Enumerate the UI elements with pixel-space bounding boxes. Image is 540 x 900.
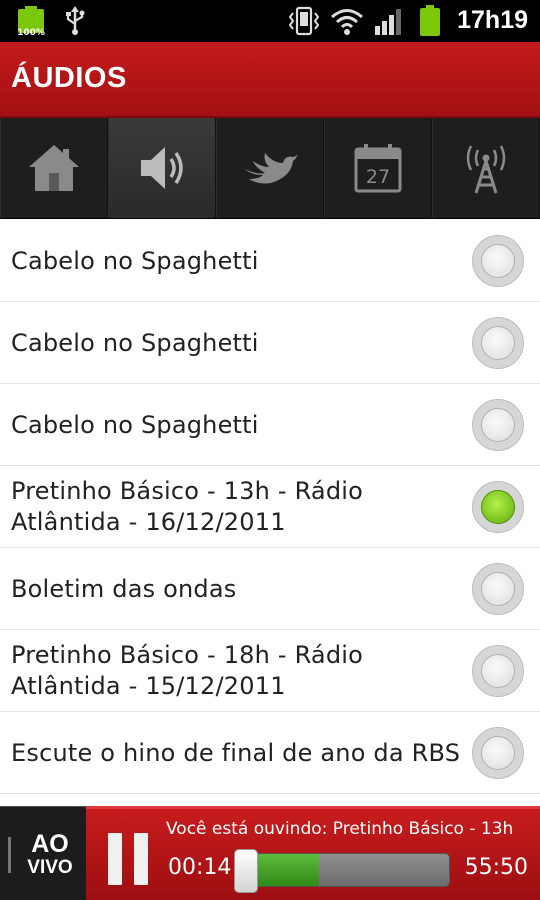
bird-icon [245,153,298,184]
battery-icon: 100% [14,6,48,38]
page-title: ÁUDIOS [11,62,127,94]
list-item[interactable]: Pretinho Básico - 13h - Rádio Atlântida … [0,466,540,548]
tab-bar: 27 [0,118,540,219]
battery-icon [418,5,442,37]
signal-icon [374,8,404,36]
live-divider [8,837,11,873]
pause-icon [134,833,148,885]
usb-icon [64,6,86,36]
progress-track[interactable] [238,853,450,887]
wifi-icon [330,6,364,36]
radio-button[interactable] [472,399,524,451]
tab-audios[interactable] [108,118,216,218]
radio-button-selected[interactable] [472,481,524,533]
list-item-label: Boletim das ondas [11,574,237,603]
pause-icon [108,833,122,885]
list-item[interactable]: Cabelo no Spaghetti [0,220,540,302]
audio-list: Cabelo no Spaghetti Cabelo no Spaghetti … [0,220,540,794]
clock-time: 17h19 [457,6,528,34]
antenna-icon [466,145,506,194]
radio-button[interactable] [472,317,524,369]
list-item[interactable]: Cabelo no Spaghetti [0,384,540,466]
elapsed-time: 00:14 [168,855,232,880]
list-item[interactable]: Cabelo no Spaghetti [0,302,540,384]
audio-player: AO VIVO Você está ouvindo: Pretinho Bási… [0,806,540,900]
radio-button[interactable] [472,235,524,287]
list-item-label: Pretinho Básico - 13h - Rádio Atlântida … [11,477,364,536]
title-bar: ÁUDIOS [0,42,540,118]
list-item-label: Pretinho Básico - 18h - Rádio Atlântida … [11,641,364,700]
progress-thumb[interactable] [234,849,258,893]
status-bar: 100% 17h19 [0,0,540,42]
live-button[interactable]: AO VIVO [0,806,86,900]
pause-button[interactable] [108,833,148,885]
now-playing-text: Você está ouvindo: Pretinho Básico - 13h [166,819,514,839]
battery-level-text: 100% [17,28,45,38]
list-item-label: Cabelo no Spaghetti [11,328,259,357]
list-item[interactable]: Boletim das ondas [0,548,540,630]
list-item[interactable]: Pretinho Básico - 18h - Rádio Atlântida … [0,630,540,712]
list-item[interactable]: Escute o hino de final de ano da RBS [0,712,540,794]
live-label-line1: AO [31,830,69,858]
vibrate-icon [286,6,322,36]
total-time: 55:50 [464,855,528,880]
list-item-label: Cabelo no Spaghetti [11,246,259,275]
tab-twitter[interactable] [216,118,324,218]
list-item-label: Escute o hino de final de ano da RBS [11,738,461,767]
home-icon [29,145,79,191]
tab-calendar[interactable]: 27 [324,118,432,218]
radio-button[interactable] [472,563,524,615]
tab-radio[interactable] [432,118,540,218]
tab-home[interactable] [0,118,108,218]
list-item-label: Cabelo no Spaghetti [11,410,259,439]
calendar-day: 27 [366,166,390,188]
live-label-line2: VIVO [27,857,73,878]
radio-button[interactable] [472,645,524,697]
speaker-icon [141,147,183,189]
player-controls: Você está ouvindo: Pretinho Básico - 13h… [86,806,540,900]
radio-button[interactable] [472,727,524,779]
calendar-icon: 27 [354,144,402,193]
